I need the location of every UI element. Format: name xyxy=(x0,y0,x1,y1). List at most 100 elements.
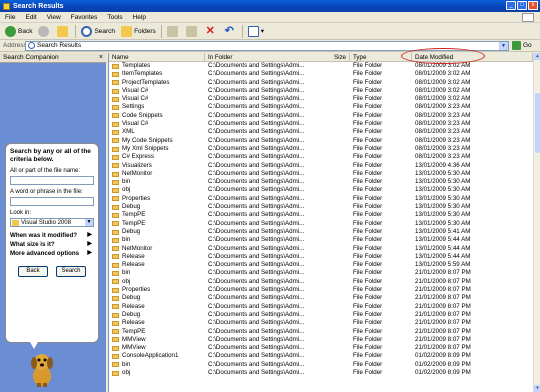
chevron-right-icon: ▶ xyxy=(87,250,92,256)
table-row[interactable]: Code Snippets C:\Documents and Settings\A… xyxy=(109,112,534,120)
table-row[interactable]: Templates C:\Documents and Settings\Admi.… xyxy=(109,62,534,70)
column-size[interactable]: Size xyxy=(316,53,350,61)
table-row[interactable]: Visualizers C:\Documents and Settings\Adm… xyxy=(109,162,534,170)
table-row[interactable]: ItemTemplates C:\Documents and Settings\A… xyxy=(109,70,534,78)
folder-icon xyxy=(112,80,119,86)
table-row[interactable]: NetMonitor C:\Documents and Settings\Admi… xyxy=(109,245,534,253)
phrase-input[interactable] xyxy=(10,197,94,206)
table-row[interactable]: Release C:\Documents and Settings\Admi...… xyxy=(109,319,534,327)
table-row[interactable]: ConsoleApplication1 C:\Documents and Sett… xyxy=(109,352,534,360)
filename-input[interactable] xyxy=(10,176,94,185)
table-row[interactable]: TempPE C:\Documents and Settings\Admi... F… xyxy=(109,220,534,228)
cell-type: File Folder xyxy=(353,327,383,335)
table-row[interactable]: NetMonitor C:\Documents and Settings\Admi… xyxy=(109,170,534,178)
file-name: obj xyxy=(122,368,131,376)
back-button[interactable]: Back xyxy=(2,24,35,39)
table-row[interactable]: Debug C:\Documents and Settings\Admi... Fi… xyxy=(109,228,534,236)
table-row[interactable]: TempPE C:\Documents and Settings\Admi... F… xyxy=(109,328,534,336)
table-row[interactable]: Settings C:\Documents and Settings\Admi..… xyxy=(109,103,534,111)
chevron-down-icon[interactable]: ▼ xyxy=(499,41,508,50)
search-label: Search xyxy=(94,27,116,35)
search-button[interactable]: Search xyxy=(78,24,118,39)
minimize-button[interactable]: _ xyxy=(506,1,516,10)
move-to-button[interactable] xyxy=(164,24,183,39)
folder-icon xyxy=(112,113,119,119)
size-option[interactable]: What size is it? ▶ xyxy=(10,240,94,249)
table-row[interactable]: obj C:\Documents and Settings\Admi... File… xyxy=(109,186,534,194)
toolbar-separator xyxy=(75,24,77,38)
table-row[interactable]: bin C:\Documents and Settings\Admi... File… xyxy=(109,236,534,244)
file-name: My Code Snippets xyxy=(122,136,173,144)
folder-icon xyxy=(112,295,119,301)
back-arrow-icon xyxy=(5,25,16,37)
go-button[interactable]: Go xyxy=(512,41,532,50)
close-icon[interactable]: × xyxy=(99,53,103,63)
table-row[interactable]: Visual C# C:\Documents and Settings\Admi.… xyxy=(109,95,534,103)
when-modified-option[interactable]: When was it modified? ▶ xyxy=(10,231,94,240)
copy-to-button[interactable] xyxy=(183,24,202,39)
table-row[interactable]: Properties C:\Documents and Settings\Admi… xyxy=(109,286,534,294)
folders-button[interactable]: Folders xyxy=(118,24,159,39)
table-row[interactable]: Visual C# C:\Documents and Settings\Admi.… xyxy=(109,87,534,95)
undo-button[interactable]: ↶ xyxy=(221,24,240,39)
cell-name: My Xml Snippets xyxy=(109,145,205,153)
table-row[interactable]: My Xml Snippets C:\Documents and Settings… xyxy=(109,145,534,153)
table-row[interactable]: TempPE C:\Documents and Settings\Admi... F… xyxy=(109,211,534,219)
cell-name: ItemTemplates xyxy=(109,70,205,78)
file-name: TempPE xyxy=(122,327,146,335)
lookin-select[interactable]: Visual Studio 2008 ▼ xyxy=(10,218,94,227)
cell-type: File Folder xyxy=(353,277,383,285)
scroll-thumb[interactable] xyxy=(535,93,540,153)
table-row[interactable]: obj C:\Documents and Settings\Admi... File… xyxy=(109,369,534,377)
menu-file[interactable]: File xyxy=(0,14,20,21)
file-name: bin xyxy=(122,269,131,277)
table-row[interactable]: Release C:\Documents and Settings\Admi...… xyxy=(109,261,534,269)
column-name[interactable]: Name xyxy=(109,53,205,61)
file-name: Release xyxy=(122,319,145,327)
menu-view[interactable]: View xyxy=(42,14,66,21)
table-row[interactable]: Visual C# C:\Documents and Settings\Admi.… xyxy=(109,120,534,128)
views-button[interactable]: ▾ xyxy=(245,24,267,39)
cell-in-folder: C:\Documents and Settings\Admi... xyxy=(208,111,305,119)
table-row[interactable]: MMView C:\Documents and Settings\Admi... F… xyxy=(109,336,534,344)
close-button[interactable]: x xyxy=(528,1,538,10)
menu-help[interactable]: Help xyxy=(128,14,151,21)
table-row[interactable]: Debug C:\Documents and Settings\Admi... Fi… xyxy=(109,294,534,302)
cell-date-modified: 13/01/2009 5:30 AM xyxy=(415,194,471,202)
menu-edit[interactable]: Edit xyxy=(20,14,41,21)
table-row[interactable]: XML C:\Documents and Settings\Admi... File… xyxy=(109,128,534,136)
advanced-options[interactable]: More advanced options ▶ xyxy=(10,249,94,258)
back-button[interactable]: Back xyxy=(18,266,48,277)
table-row[interactable]: Release C:\Documents and Settings\Admi...… xyxy=(109,253,534,261)
table-row[interactable]: Debug C:\Documents and Settings\Admi... Fi… xyxy=(109,311,534,319)
up-button[interactable] xyxy=(54,24,73,39)
cell-date-modified: 13/01/2009 5:30 AM xyxy=(415,203,471,211)
cell-name: ConsoleApplication1 xyxy=(109,352,205,360)
table-row[interactable]: C# Express C:\Documents and Settings\Admi… xyxy=(109,153,534,161)
scroll-up-icon[interactable]: ▲ xyxy=(534,53,540,60)
cell-type: File Folder xyxy=(353,344,383,352)
table-row[interactable]: MMView C:\Documents and Settings\Admi... F… xyxy=(109,344,534,352)
menu-tools[interactable]: Tools xyxy=(102,14,127,21)
menu-favorites[interactable]: Favorites xyxy=(66,14,103,21)
table-row[interactable]: My Code Snippets C:\Documents and Setting… xyxy=(109,137,534,145)
table-row[interactable]: Properties C:\Documents and Settings\Admi… xyxy=(109,195,534,203)
maximize-button[interactable]: □ xyxy=(517,1,527,10)
table-row[interactable]: ProjectTemplates C:\Documents and Setting… xyxy=(109,79,534,87)
forward-button[interactable] xyxy=(35,24,54,39)
table-row[interactable]: bin C:\Documents and Settings\Admi... File… xyxy=(109,178,534,186)
table-row[interactable]: bin C:\Documents and Settings\Admi... File… xyxy=(109,269,534,277)
cell-name: bin xyxy=(109,178,205,186)
table-row[interactable]: Debug C:\Documents and Settings\Admi... Fi… xyxy=(109,203,534,211)
delete-button[interactable]: ✕ xyxy=(202,24,221,39)
vertical-scrollbar[interactable]: ▲ ▼ xyxy=(533,53,540,392)
cell-in-folder: C:\Documents and Settings\Admi... xyxy=(208,252,305,260)
table-row[interactable]: bin C:\Documents and Settings\Admi... File… xyxy=(109,361,534,369)
bubble-tail xyxy=(30,342,38,349)
cell-name: obj xyxy=(109,369,205,377)
search-button[interactable]: Search xyxy=(56,266,86,277)
scroll-down-icon[interactable]: ▼ xyxy=(534,385,540,392)
table-row[interactable]: obj C:\Documents and Settings\Admi... File… xyxy=(109,278,534,286)
table-row[interactable]: Release C:\Documents and Settings\Admi...… xyxy=(109,303,534,311)
search-dog-icon[interactable] xyxy=(28,350,56,388)
